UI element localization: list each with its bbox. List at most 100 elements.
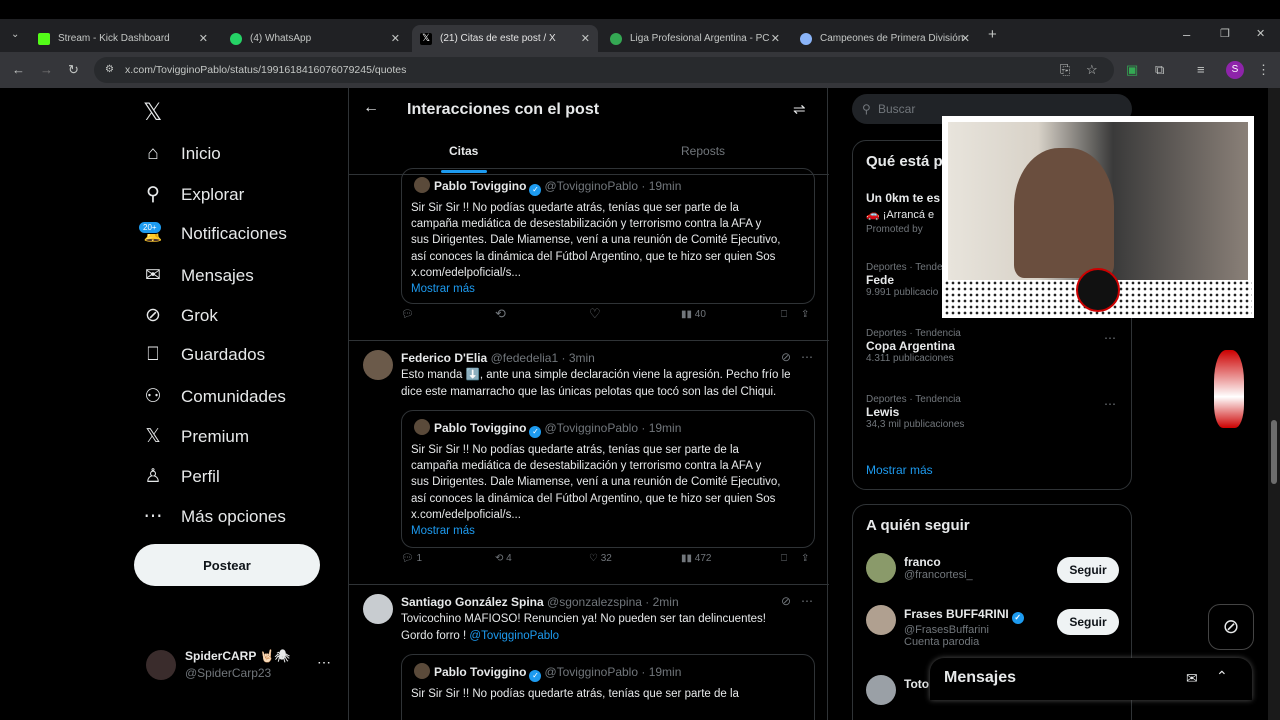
- account-avatar[interactable]: [146, 650, 176, 680]
- show-more-link[interactable]: Mostrar más: [411, 281, 811, 297]
- nav-mas-opciones[interactable]: ⋯ Más opciones: [140, 505, 286, 528]
- install-icon[interactable]: ⎘: [1060, 62, 1070, 78]
- reply-icon[interactable]: 💬︎ 1: [401, 553, 422, 564]
- expand-icon[interactable]: ⌃: [1216, 668, 1228, 685]
- author-handle[interactable]: @TovigginoPablo: [544, 421, 638, 435]
- avatar[interactable]: [363, 350, 393, 380]
- tab-liga[interactable]: Liga Profesional Argentina - PC ✕: [602, 25, 788, 52]
- scrollbar-thumb[interactable]: [1271, 420, 1277, 484]
- reload-icon[interactable]: ↻: [68, 62, 79, 78]
- new-tab-icon[interactable]: +: [988, 26, 997, 43]
- media-icon[interactable]: ≡: [1197, 62, 1205, 77]
- grok-explain-icon[interactable]: ⊘: [781, 350, 791, 364]
- nav-mensajes[interactable]: ✉ Mensajes: [140, 264, 254, 287]
- minimize-icon[interactable]: –: [1183, 27, 1190, 42]
- nav-comunidades[interactable]: ⚇ Comunidades: [140, 385, 285, 408]
- author-handle[interactable]: @TovigginoPablo: [544, 179, 638, 193]
- close-icon[interactable]: ✕: [961, 32, 970, 45]
- tab-whatsapp[interactable]: (4) WhatsApp ✕: [222, 25, 408, 52]
- repost-icon[interactable]: ⟲ 4: [495, 553, 512, 564]
- account-name[interactable]: SpiderCARP 🤘🏻🕷: [185, 649, 290, 663]
- bookmark-icon[interactable]: ⎕: [781, 309, 787, 320]
- extension-green-icon[interactable]: ▣: [1126, 62, 1138, 78]
- quoted-post[interactable]: Pablo Toviggino ✓ @TovigginoPablo · 19min …: [401, 410, 815, 548]
- trend-item[interactable]: Deportes · Tendencia Copa Argentina 4.31…: [866, 328, 961, 364]
- nav-grok[interactable]: ⊘ Grok: [140, 304, 218, 327]
- more-icon[interactable]: ⋯: [1104, 331, 1116, 345]
- nav-premium[interactable]: 𝕏 Premium: [140, 425, 249, 448]
- author-name[interactable]: Pablo Toviggino: [434, 179, 526, 193]
- profile-avatar[interactable]: S: [1226, 61, 1244, 79]
- close-icon[interactable]: ✕: [771, 32, 780, 45]
- show-more-link[interactable]: Mostrar más: [866, 463, 933, 477]
- tab-reposts[interactable]: Reposts: [681, 144, 725, 158]
- close-icon[interactable]: ✕: [391, 32, 400, 45]
- site-settings-icon[interactable]: ⚙: [105, 57, 114, 83]
- nav-inicio[interactable]: ⌂ Inicio: [140, 143, 220, 165]
- close-icon[interactable]: ✕: [199, 32, 208, 45]
- account-more-icon[interactable]: ⋯: [317, 654, 331, 671]
- x-logo-icon[interactable]: 𝕏: [143, 98, 162, 127]
- author-name[interactable]: Pablo Toviggino: [434, 421, 526, 435]
- quoted-post[interactable]: Pablo Toviggino ✓ @TovigginoPablo · 19min …: [401, 654, 815, 720]
- author-handle[interactable]: @sgonzalezspina: [547, 595, 642, 609]
- reply-icon[interactable]: 💬︎: [401, 309, 414, 320]
- nav-explorar[interactable]: ⚲ Explorar: [140, 183, 244, 206]
- like-icon[interactable]: ♡ 32: [589, 553, 612, 564]
- back-icon[interactable]: ←: [12, 62, 25, 77]
- tab-campeones[interactable]: Campeones de Primera División ✕: [792, 25, 978, 52]
- follow-suggestion[interactable]: franco @francortesi_: [904, 555, 973, 581]
- tab-search-icon[interactable]: ⌄: [11, 29, 19, 40]
- author-handle[interactable]: @TovigginoPablo: [544, 665, 638, 679]
- back-arrow-icon[interactable]: ←: [363, 99, 379, 117]
- author-name[interactable]: Federico D'Elia: [401, 351, 487, 365]
- show-more-link[interactable]: Mostrar más: [411, 523, 811, 539]
- menu-icon[interactable]: ⋮: [1257, 62, 1270, 78]
- views-icon[interactable]: ▮▮ 40: [681, 309, 706, 320]
- nav-guardados[interactable]: ⎕ Guardados: [140, 344, 265, 366]
- follow-suggestion[interactable]: Toto: [904, 677, 929, 691]
- quoted-post[interactable]: Pablo Toviggino ✓ @TovigginoPablo · 19min …: [401, 168, 815, 304]
- more-icon[interactable]: ⋯: [1104, 397, 1116, 411]
- new-message-icon[interactable]: ✉: [1186, 670, 1198, 687]
- grok-explain-icon[interactable]: ⊘: [781, 594, 791, 608]
- post-button[interactable]: Postear: [134, 544, 320, 586]
- extensions-icon[interactable]: ⧉: [1155, 62, 1164, 78]
- follow-button[interactable]: Seguir: [1057, 609, 1119, 635]
- more-icon[interactable]: ⋯: [801, 350, 813, 364]
- grok-fab-icon[interactable]: ⊘: [1208, 604, 1254, 650]
- repost-icon[interactable]: ⟲: [495, 306, 506, 322]
- forward-icon[interactable]: →: [40, 62, 53, 77]
- follow-button[interactable]: Seguir: [1057, 557, 1119, 583]
- author-name[interactable]: Santiago González Spina: [401, 595, 544, 609]
- views-icon[interactable]: ▮▮ 472: [681, 553, 711, 564]
- share-icon[interactable]: ⇪: [801, 309, 809, 320]
- close-icon[interactable]: ✕: [581, 32, 590, 45]
- more-icon[interactable]: ⋯: [801, 594, 813, 608]
- like-icon[interactable]: ♡: [589, 306, 601, 322]
- avatar[interactable]: [866, 675, 896, 705]
- author-name[interactable]: Pablo Toviggino: [434, 665, 526, 679]
- messages-drawer[interactable]: Mensajes ✉ ⌃: [930, 658, 1252, 700]
- trend-item[interactable]: Deportes · Tende Fede 9.991 publicacio: [866, 262, 943, 298]
- author-handle[interactable]: @fededelia1: [491, 351, 559, 365]
- mention-link[interactable]: @TovigginoPablo: [469, 630, 559, 642]
- tab-citas[interactable]: Citas: [449, 144, 478, 158]
- trend-item[interactable]: Deportes · Tendencia Lewis 34,3 mil publ…: [866, 394, 964, 430]
- avatar[interactable]: [866, 605, 896, 635]
- star-icon[interactable]: ☆: [1086, 62, 1098, 78]
- promo-item[interactable]: Un 0km te es 🚗 ¡Arrancá e Promoted by: [866, 191, 940, 235]
- follow-suggestion[interactable]: Frases BUFF4RINI ✓ @FrasesBuffarini Cuent…: [904, 607, 1027, 648]
- url-input[interactable]: ⚙ x.com/TovigginoPablo/status/1991618416…: [94, 57, 1114, 83]
- bookmark-icon[interactable]: ⎕: [781, 553, 787, 564]
- tab-x-quotes[interactable]: 𝕏 (21) Citas de este post / X ✕: [412, 25, 598, 52]
- avatar[interactable]: [363, 594, 393, 624]
- tab-kick[interactable]: Stream - Kick Dashboard ✕: [30, 25, 216, 52]
- restore-icon[interactable]: ❐: [1220, 27, 1230, 40]
- share-icon[interactable]: ⇪: [801, 553, 809, 564]
- page-scrollbar[interactable]: [1268, 88, 1280, 720]
- window-close-icon[interactable]: ✕: [1256, 27, 1265, 40]
- nav-notificaciones[interactable]: 🔔 Notificaciones: [140, 224, 287, 244]
- avatar[interactable]: [866, 553, 896, 583]
- nav-perfil[interactable]: ♙ Perfil: [140, 465, 219, 488]
